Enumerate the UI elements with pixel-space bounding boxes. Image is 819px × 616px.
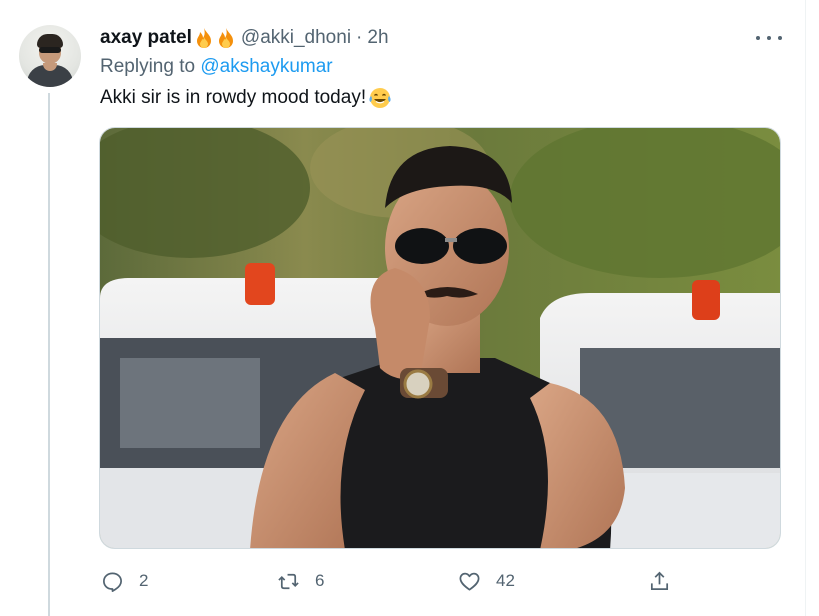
share-button[interactable] xyxy=(648,566,671,596)
tweet-photo[interactable] xyxy=(99,127,781,549)
retweet-count: 6 xyxy=(315,571,325,590)
more-options-icon[interactable] xyxy=(756,30,782,46)
avatar[interactable] xyxy=(19,25,81,87)
reply-icon xyxy=(103,571,122,592)
like-count: 42 xyxy=(496,571,515,590)
share-icon xyxy=(650,571,669,590)
fire-emoji-icon xyxy=(216,27,236,49)
thread-connector-line xyxy=(48,93,50,616)
tweet-header: axay patel @akki_dhoni · 2h xyxy=(100,26,389,50)
separator-dot: · xyxy=(356,27,363,48)
replying-to-label: Replying to xyxy=(100,56,196,77)
replying-to: Replying to @akshaykumar xyxy=(100,56,333,78)
heart-icon xyxy=(459,572,480,591)
timestamp[interactable]: 2h xyxy=(367,27,388,49)
replying-to-mention[interactable]: @akshaykumar xyxy=(200,56,332,77)
tweet-text-content: Akki sir is in rowdy mood today! xyxy=(100,87,367,108)
author-handle[interactable]: @akki_dhoni xyxy=(241,27,351,49)
reply-button[interactable]: 2 xyxy=(101,566,148,596)
tweet-text: Akki sir is in rowdy mood today! xyxy=(100,86,392,110)
like-button[interactable]: 42 xyxy=(458,566,515,596)
face-with-tears-of-joy-icon xyxy=(368,86,392,110)
author-name[interactable]: axay patel xyxy=(100,27,192,49)
retweet-icon xyxy=(278,573,299,589)
tweet-actions: 2 6 42 xyxy=(0,566,819,596)
fire-emoji-icon xyxy=(194,27,214,49)
column-border xyxy=(805,0,806,616)
reply-count: 2 xyxy=(139,571,149,590)
retweet-button[interactable]: 6 xyxy=(277,566,324,596)
